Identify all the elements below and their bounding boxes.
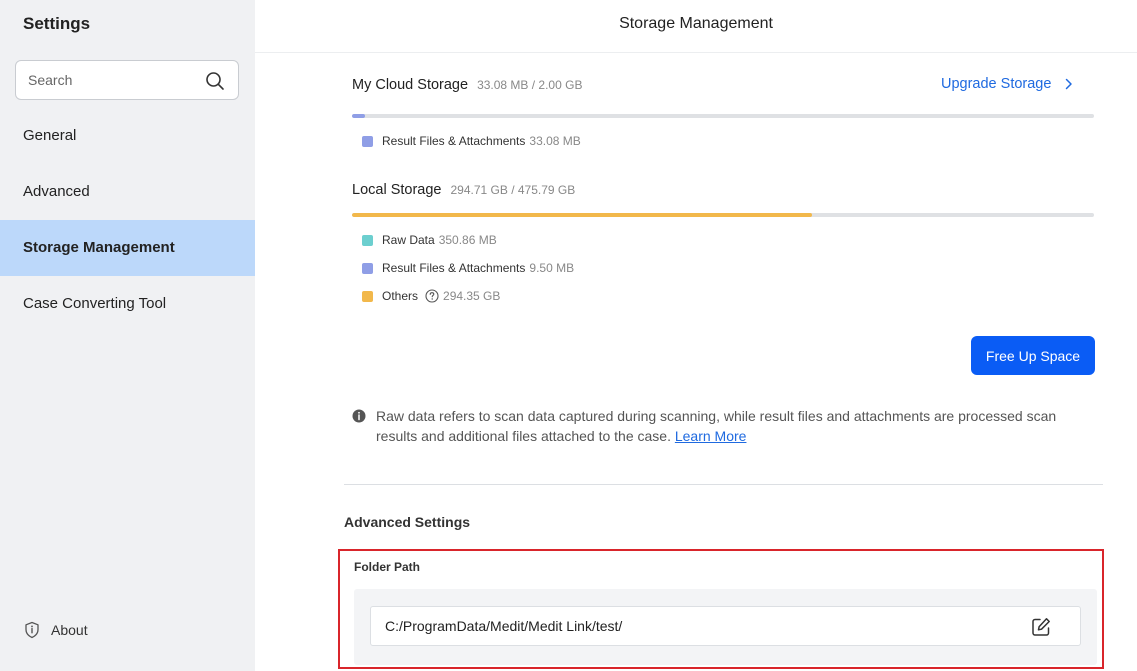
folder-path-label: Folder Path (354, 560, 421, 574)
legend-label: Raw Data (382, 233, 435, 247)
search-icon[interactable] (205, 71, 225, 91)
sidebar-item-storage-management[interactable]: Storage Management (0, 220, 255, 276)
results-color-swatch (362, 262, 373, 274)
legend-label: Result Files & Attachments (382, 134, 526, 148)
others-color-swatch (362, 290, 373, 302)
main-panel: Storage Management My Cloud Storage 33.0… (255, 0, 1137, 671)
raw-data-color-swatch (362, 234, 373, 246)
sidebar-item-case-converting-tool[interactable]: Case Converting Tool (0, 276, 255, 332)
cloud-storage-header: My Cloud Storage 33.08 MB / 2.00 GB (352, 77, 582, 93)
info-icon (352, 409, 366, 423)
results-color-swatch (362, 135, 373, 147)
cloud-storage-bar-fill (352, 114, 365, 118)
shield-info-icon (25, 621, 39, 639)
help-icon[interactable] (425, 289, 439, 303)
search-box[interactable] (15, 60, 239, 100)
about-link[interactable]: About (23, 621, 88, 639)
legend-value: 33.08 MB (529, 134, 581, 148)
folder-path-value: C:/ProgramData/Medit/Medit Link/test/ (385, 618, 623, 634)
edit-icon[interactable] (1030, 616, 1052, 638)
local-storage-header: Local Storage 294.71 GB / 475.79 GB (352, 182, 575, 198)
chevron-right-icon (1066, 78, 1073, 90)
info-note: Raw data refers to scan data captured du… (352, 407, 1097, 446)
folder-path-panel: C:/ProgramData/Medit/Medit Link/test/ (354, 589, 1097, 665)
search-input[interactable] (28, 70, 198, 90)
cloud-storage-size: 33.08 MB / 2.00 GB (477, 78, 583, 92)
local-storage-title: Local Storage (352, 182, 442, 198)
legend-value: 9.50 MB (529, 261, 575, 275)
legend-value: 294.35 GB (443, 289, 501, 303)
folder-path-field[interactable]: C:/ProgramData/Medit/Medit Link/test/ (370, 606, 1081, 646)
local-storage-bar-fill (352, 213, 813, 217)
sidebar: Settings General Advanced Storage Manage… (0, 0, 255, 671)
folder-path-highlight: Folder Path C:/ProgramData/Medit/Medit L… (338, 549, 1104, 669)
sidebar-title: Settings (23, 14, 91, 33)
learn-more-link[interactable]: Learn More (675, 428, 747, 444)
free-up-space-button[interactable]: Free Up Space (971, 336, 1095, 375)
legend-label: Result Files & Attachments (382, 261, 526, 275)
page-title: Storage Management (255, 0, 1137, 53)
legend-value: 350.86 MB (438, 233, 497, 247)
cloud-storage-bar (352, 114, 1094, 118)
sidebar-item-advanced[interactable]: Advanced (0, 164, 255, 220)
info-text: Raw data refers to scan data captured du… (376, 407, 1097, 446)
local-legend-others: Others 294.35 GB (362, 289, 500, 303)
cloud-storage-title: My Cloud Storage (352, 77, 469, 93)
local-legend-results: Result Files & Attachments 9.50 MB (362, 261, 574, 275)
about-label: About (51, 622, 88, 638)
advanced-settings-title: Advanced Settings (344, 514, 471, 530)
local-storage-size: 294.71 GB / 475.79 GB (450, 183, 576, 197)
cloud-legend-results: Result Files & Attachments 33.08 MB (362, 134, 581, 148)
local-storage-bar (352, 213, 1094, 217)
upgrade-storage-label: Upgrade Storage (941, 76, 1052, 92)
section-divider (344, 484, 1103, 485)
sidebar-item-general[interactable]: General (0, 108, 255, 164)
legend-label: Others (382, 289, 419, 303)
upgrade-storage-link[interactable]: Upgrade Storage (941, 76, 1073, 92)
local-legend-raw-data: Raw Data 350.86 MB (362, 233, 497, 247)
